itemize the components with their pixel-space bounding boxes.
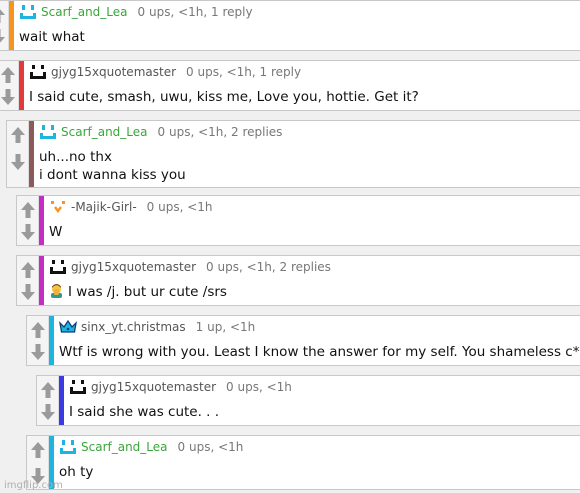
crown-icon [59,319,77,335]
upvote-arrow-icon[interactable] [0,66,16,84]
black-face-icon [29,64,47,80]
username-link[interactable]: gjyg15xquotemaster [51,65,176,79]
comment-line: Wtf is wrong with you. Least I know the … [59,344,580,360]
vote-column [0,61,19,110]
upvote-arrow-icon[interactable] [10,126,26,144]
comment-line: I said she was cute. . . [69,404,220,420]
comment-text: uh...no thx i dont wanna kiss you [39,148,574,184]
username-link[interactable]: Scarf_and_Lea [41,5,128,19]
downvote-arrow-icon[interactable] [40,403,56,421]
orange-face-icon [49,199,67,215]
downvote-arrow-icon[interactable] [10,153,26,171]
username-link[interactable]: gjyg15xquotemaster [91,380,216,394]
comment-line: I said cute, smash, uwu, kiss me, Love y… [29,89,419,105]
downvote-arrow-icon[interactable] [20,223,36,241]
depth-stripe [49,316,54,365]
vote-column [27,316,49,365]
depth-stripe [59,376,64,425]
upvote-arrow-icon[interactable] [20,261,36,279]
downvote-arrow-icon[interactable] [0,28,6,46]
comment-line: oh ty [59,464,94,480]
comment: sinx_yt.christmas 1 up, <1h Wtf is wrong… [26,315,580,366]
vote-column [17,196,39,245]
upvote-arrow-icon[interactable] [30,441,46,459]
comment-text: I said she was cute. . . [69,403,574,421]
comment-meta: 0 ups, <1h, 1 reply [137,5,253,19]
downvote-arrow-icon[interactable] [30,343,46,361]
comment-text: I was /j. but ur cute /srs [49,283,574,303]
black-face-icon [69,379,87,395]
username-link[interactable]: Scarf_and_Lea [61,125,148,139]
comment-meta: 1 up, <1h [195,320,256,334]
comment-text: W [49,223,574,241]
username-link[interactable]: gjyg15xquotemaster [71,260,196,274]
depth-stripe [39,196,44,245]
depth-stripe [19,61,24,110]
depth-stripe [9,1,14,50]
depth-stripe [39,256,44,305]
comment-meta: 0 ups, <1h, 2 replies [206,260,331,274]
cyan-face-icon [19,4,37,20]
vote-column [7,121,29,187]
comment-meta: 0 ups, <1h [146,200,213,214]
comment: gjyg15xquotemaster 0 ups, <1h, 2 replies… [16,255,580,306]
upvote-arrow-icon[interactable] [40,381,56,399]
upvote-arrow-icon[interactable] [20,201,36,219]
comment: gjyg15xquotemaster 0 ups, <1h, 1 reply I… [0,60,580,111]
comment-line: I was /j. but ur cute /srs [49,283,574,303]
comment-line: i dont wanna kiss you [39,167,186,183]
comment-text: I said cute, smash, uwu, kiss me, Love y… [29,88,574,106]
vote-column [0,1,9,50]
comment-meta: 0 ups, <1h, 1 reply [186,65,302,79]
comment-text: Wtf is wrong with you. Least I know the … [59,343,580,361]
downvote-arrow-icon[interactable] [20,283,36,301]
comment: Scarf_and_Lea 0 ups, <1h, 1 reply wait w… [0,0,580,51]
comment-meta: 0 ups, <1h [226,380,292,394]
comment-line: wait what [19,29,85,45]
comment-line: W [49,224,63,240]
comment-text: oh ty [59,463,574,481]
black-face-icon [49,259,67,275]
upvote-arrow-icon[interactable] [0,6,6,24]
comment-text: wait what [19,28,574,46]
comment-line: uh...no thx [39,149,112,165]
username-link[interactable]: sinx_yt.christmas [81,320,186,334]
cyan-face-icon [39,124,57,140]
comment-meta: 0 ups, <1h [177,440,244,454]
comment: Scarf_and_Lea 0 ups, <1h, 2 replies uh..… [6,120,580,188]
username-link[interactable]: -Majik-Girl- [71,200,137,214]
comment: gjyg15xquotemaster 0 ups, <1h I said she… [36,375,580,426]
comment: -Majik-Girl- 0 ups, <1h W [16,195,580,246]
comment-meta: 0 ups, <1h, 2 replies [157,125,283,139]
upvote-arrow-icon[interactable] [30,321,46,339]
downvote-arrow-icon[interactable] [0,88,16,106]
comment: Scarf_and_Lea 0 ups, <1h oh ty [26,435,580,490]
watermark: imgflip.com [4,480,63,491]
username-link[interactable]: Scarf_and_Lea [81,440,168,454]
vote-column [37,376,59,425]
cyan-face-icon [59,439,77,455]
depth-stripe [29,121,34,187]
person-facepalming-emoji [49,283,64,303]
vote-column [17,256,39,305]
comment-line-text: I was /j. but ur cute /srs [68,284,227,300]
